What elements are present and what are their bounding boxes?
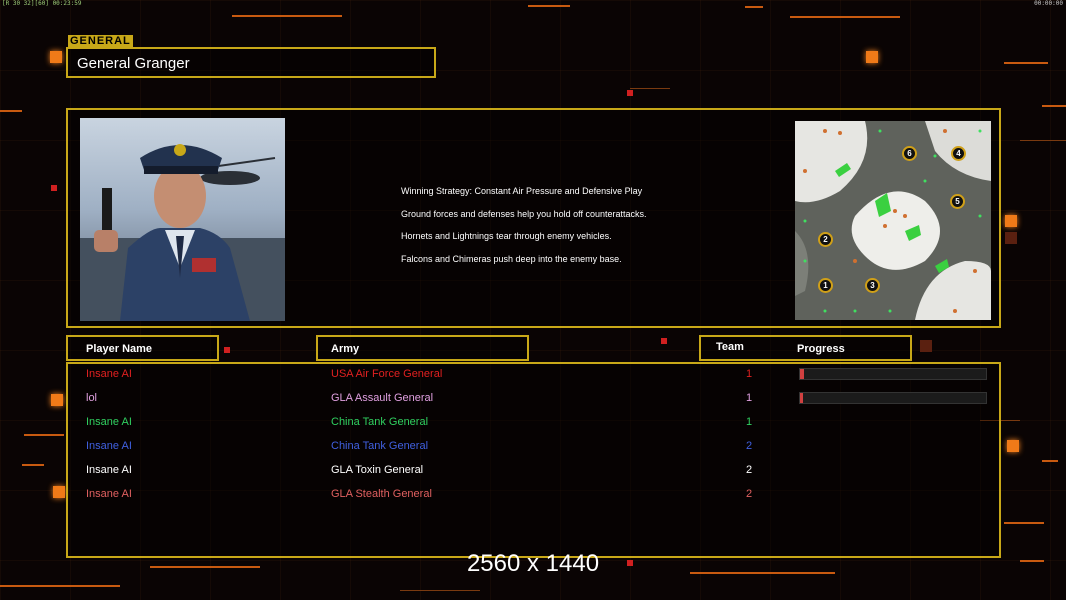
deco-square (866, 51, 878, 63)
progress-header-label: Progress (797, 343, 845, 355)
deco-square (51, 185, 57, 191)
deco-square (50, 51, 62, 63)
hud-status-readout: [R 30 32][60] 00:23:59 (2, 0, 82, 7)
player-team: 2 (746, 464, 753, 476)
deco-line (790, 16, 900, 18)
deco-square (1005, 215, 1017, 227)
player-name: Insane AI (86, 416, 132, 428)
player-team: 1 (746, 368, 753, 380)
player-army: GLA Stealth General (331, 488, 432, 500)
deco-line (400, 590, 480, 591)
progress-fill (800, 369, 804, 379)
deco-line (22, 464, 44, 466)
deco-line (630, 88, 670, 89)
deco-square (920, 340, 932, 352)
strategy-line: Hornets and Lightnings tear through enem… (401, 231, 612, 241)
player-army: China Tank General (331, 416, 429, 428)
player-army: GLA Assault General (331, 392, 434, 404)
player-name: Insane AI (86, 464, 132, 476)
player-team: 1 (746, 416, 753, 428)
player-row: Insane AI China Tank General 2 (68, 436, 1003, 460)
start-position-marker: 3 (865, 278, 880, 293)
player-army: China Tank General (331, 440, 429, 452)
team-progress-header: Team Progress (699, 335, 912, 361)
players-list-panel: Insane AI USA Air Force General 1 lol GL… (66, 362, 1001, 558)
deco-square (53, 486, 65, 498)
player-row: Insane AI USA Air Force General 1 (68, 364, 1003, 388)
deco-square (661, 338, 667, 344)
deco-line (1020, 140, 1066, 141)
load-progress-bar (799, 392, 987, 404)
player-row: Insane AI China Tank General 1 (68, 412, 1003, 436)
strategy-line: Falcons and Chimeras push deep into the … (401, 253, 622, 264)
general-name: General Granger (77, 55, 190, 72)
army-header: Army (316, 335, 529, 361)
player-army: USA Air Force General (331, 368, 443, 380)
start-position-marker: 6 (902, 146, 917, 161)
deco-square (1007, 440, 1019, 452)
player-row: lol GLA Assault General 1 (68, 388, 1003, 412)
deco-line (24, 434, 64, 436)
deco-line (232, 15, 342, 17)
start-position-marker: 4 (951, 146, 966, 161)
start-position-marker: 2 (818, 232, 833, 247)
deco-line (1042, 105, 1066, 107)
deco-line (0, 110, 22, 112)
player-name: Insane AI (86, 368, 132, 380)
general-portrait (80, 118, 285, 321)
player-name: Insane AI (86, 488, 132, 500)
deco-square (627, 90, 633, 96)
deco-line (1042, 460, 1058, 462)
progress-fill (800, 393, 803, 403)
deco-square (51, 394, 63, 406)
strategy-line: Winning Strategy: Constant Air Pressure … (401, 186, 643, 196)
deco-line (745, 6, 763, 8)
resolution-label: 2560 x 1440 (466, 550, 600, 577)
player-row: Insane AI GLA Stealth General 2 (68, 484, 1003, 508)
deco-line (1004, 62, 1048, 64)
deco-line (1004, 522, 1044, 524)
deco-square (224, 347, 230, 353)
player-name-header-label: Player Name (86, 343, 153, 355)
minimap: 6 4 5 2 1 3 (795, 121, 991, 320)
strategy-text: Winning Strategy: Constant Air Pressure … (401, 180, 647, 270)
load-progress-bar (799, 368, 987, 380)
player-team: 1 (746, 392, 753, 404)
player-team: 2 (746, 440, 753, 452)
deco-line (528, 5, 570, 7)
general-tag: GENERAL (68, 35, 133, 47)
player-team: 2 (746, 488, 753, 500)
strategy-line: Ground forces and defenses help you hold… (401, 208, 647, 219)
start-position-marker: 5 (950, 194, 965, 209)
player-army: GLA Toxin General (331, 464, 424, 476)
deco-square (1005, 232, 1017, 244)
player-row: Insane AI GLA Toxin General 2 (68, 460, 1003, 484)
deco-line (0, 585, 120, 587)
player-name-header: Player Name (66, 335, 219, 361)
player-name: Insane AI (86, 440, 132, 452)
army-header-label: Army (331, 343, 360, 355)
hud-clock: 00:00:00 (1034, 0, 1063, 7)
general-name-box: General Granger (66, 47, 436, 78)
team-header-label: Team (716, 341, 744, 353)
player-name: lol (86, 392, 98, 404)
start-position-marker: 1 (818, 278, 833, 293)
general-info-panel: Winning Strategy: Constant Air Pressure … (66, 108, 1001, 328)
